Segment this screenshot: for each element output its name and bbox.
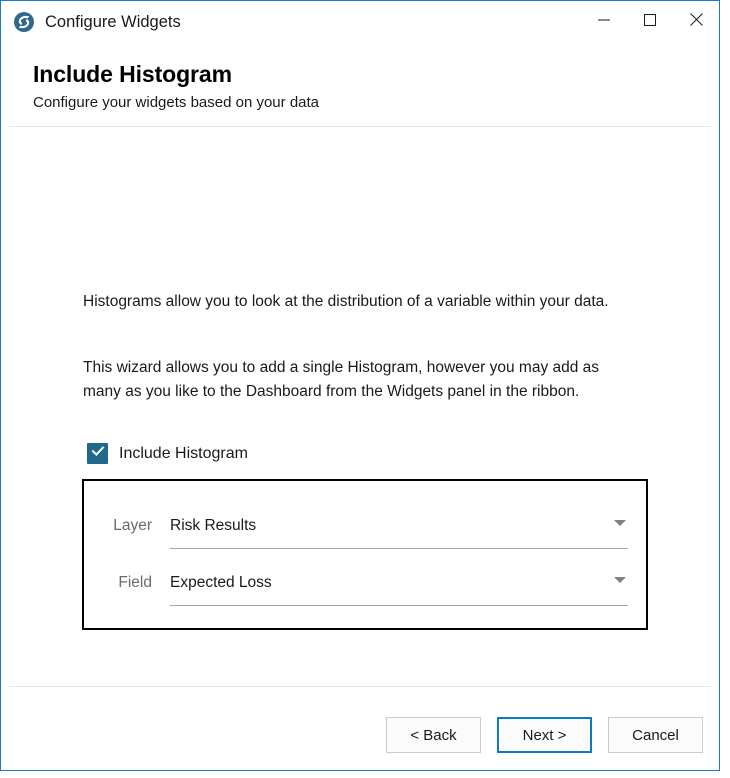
dialog-footer: < Back Next > Cancel xyxy=(1,686,719,770)
field-dropdown[interactable]: Expected Loss xyxy=(170,572,628,606)
include-histogram-checkbox-label: Include Histogram xyxy=(119,445,248,462)
close-button[interactable] xyxy=(673,1,719,41)
checkmark-icon xyxy=(91,444,105,463)
layer-field-row: Layer Risk Results xyxy=(84,515,646,555)
histogram-settings-group: Layer Risk Results Field Expected Loss xyxy=(82,479,648,630)
field-dropdown-value: Expected Loss xyxy=(170,574,272,591)
wizard-paragraph: This wizard allows you to add a single H… xyxy=(83,359,600,400)
chevron-down-icon xyxy=(614,577,626,583)
include-histogram-checkbox-row[interactable]: Include Histogram xyxy=(87,443,248,464)
include-histogram-checkbox[interactable] xyxy=(87,443,108,464)
next-button[interactable]: Next > xyxy=(497,717,592,753)
close-icon xyxy=(689,13,703,29)
maximize-icon xyxy=(644,13,656,29)
dialog-header: Include Histogram Configure your widgets… xyxy=(1,45,719,114)
field-label: Field xyxy=(118,574,152,591)
page-title: Include Histogram xyxy=(33,61,232,87)
footer-divider xyxy=(9,686,711,687)
intro-paragraph: Histograms allow you to look at the dist… xyxy=(83,293,609,310)
cancel-button[interactable]: Cancel xyxy=(608,717,703,753)
title-bar-left: Configure Widgets xyxy=(1,1,181,33)
minimize-button[interactable] xyxy=(581,1,627,41)
back-button[interactable]: < Back xyxy=(386,717,481,753)
title-bar: Configure Widgets xyxy=(1,1,719,45)
minimize-icon xyxy=(598,14,610,29)
wizard-button-bar: < Back Next > Cancel xyxy=(386,717,703,753)
page-subtitle: Configure your widgets based on your dat… xyxy=(33,94,320,111)
layer-dropdown-value: Risk Results xyxy=(170,517,257,534)
configure-widgets-dialog: Configure Widgets Include Histogram Conf… xyxy=(0,0,720,771)
maximize-button[interactable] xyxy=(627,1,673,41)
field-field-row: Field Expected Loss xyxy=(84,572,646,612)
insight-spiral-logo-icon xyxy=(13,11,35,33)
window-controls xyxy=(581,1,719,41)
dialog-content: Histograms allow you to look at the dist… xyxy=(1,127,719,686)
window-title: Configure Widgets xyxy=(45,13,181,31)
chevron-down-icon xyxy=(614,520,626,526)
layer-label: Layer xyxy=(113,517,152,534)
layer-dropdown[interactable]: Risk Results xyxy=(170,515,628,549)
